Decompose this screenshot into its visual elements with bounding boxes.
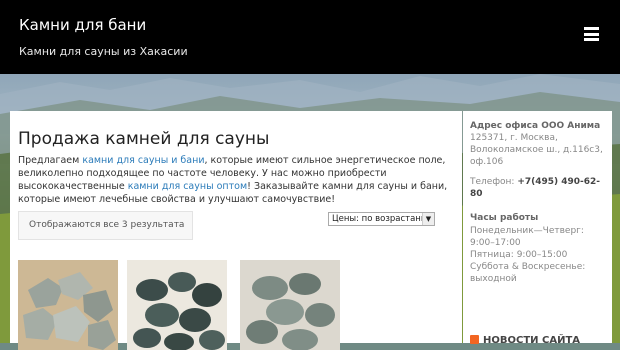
phone-line: Телефон: +7(495) 490-62-80	[470, 177, 601, 199]
hours-friday: Пятница: 9:00–15:00	[470, 250, 568, 260]
address-title: Адрес офиса ООО Анима	[470, 121, 601, 131]
site-description: Камни для сауны из Хакасии	[19, 45, 188, 58]
news-heading[interactable]: НОВОСТИ САЙТА	[470, 335, 580, 346]
main-content: Продажа камней для сауны Предлагаем камн…	[10, 111, 462, 350]
page-title: Продажа камней для сауны	[18, 129, 270, 149]
sidebar: Адрес офиса ООО Анима 125371, г. Москва,…	[463, 111, 612, 346]
result-count: Отображаются все 3 результата	[18, 211, 193, 240]
address-text: 125371, г. Москва, Волоколамское ш., д.1…	[470, 133, 603, 167]
hamburger-menu-icon[interactable]	[584, 27, 599, 41]
site-header: Камни для бани Камни для сауны из Хакаси…	[0, 0, 620, 74]
hours-weekend: Суббота & Воскресенье: выходной	[470, 262, 586, 284]
sort-select[interactable]: Цены: по возрастанию ▼	[328, 212, 435, 226]
sort-select-value: Цены: по возрастанию	[332, 214, 434, 224]
hours-title: Часы работы	[470, 213, 539, 223]
hours-weekdays: Понедельник—Четверг: 9:00–17:00	[470, 226, 584, 248]
intro-text: Предлагаем камни для сауны и бани, котор…	[18, 155, 448, 205]
product-image-2[interactable]	[127, 260, 227, 350]
link-wholesale[interactable]: камни для сауны оптом	[128, 181, 247, 192]
product-image-1[interactable]	[18, 260, 118, 350]
product-image-3[interactable]	[240, 260, 340, 350]
link-sauna-stones[interactable]: камни для сауны и бани	[82, 155, 204, 166]
chevron-down-icon: ▼	[422, 213, 434, 225]
site-title[interactable]: Камни для бани	[19, 16, 146, 34]
